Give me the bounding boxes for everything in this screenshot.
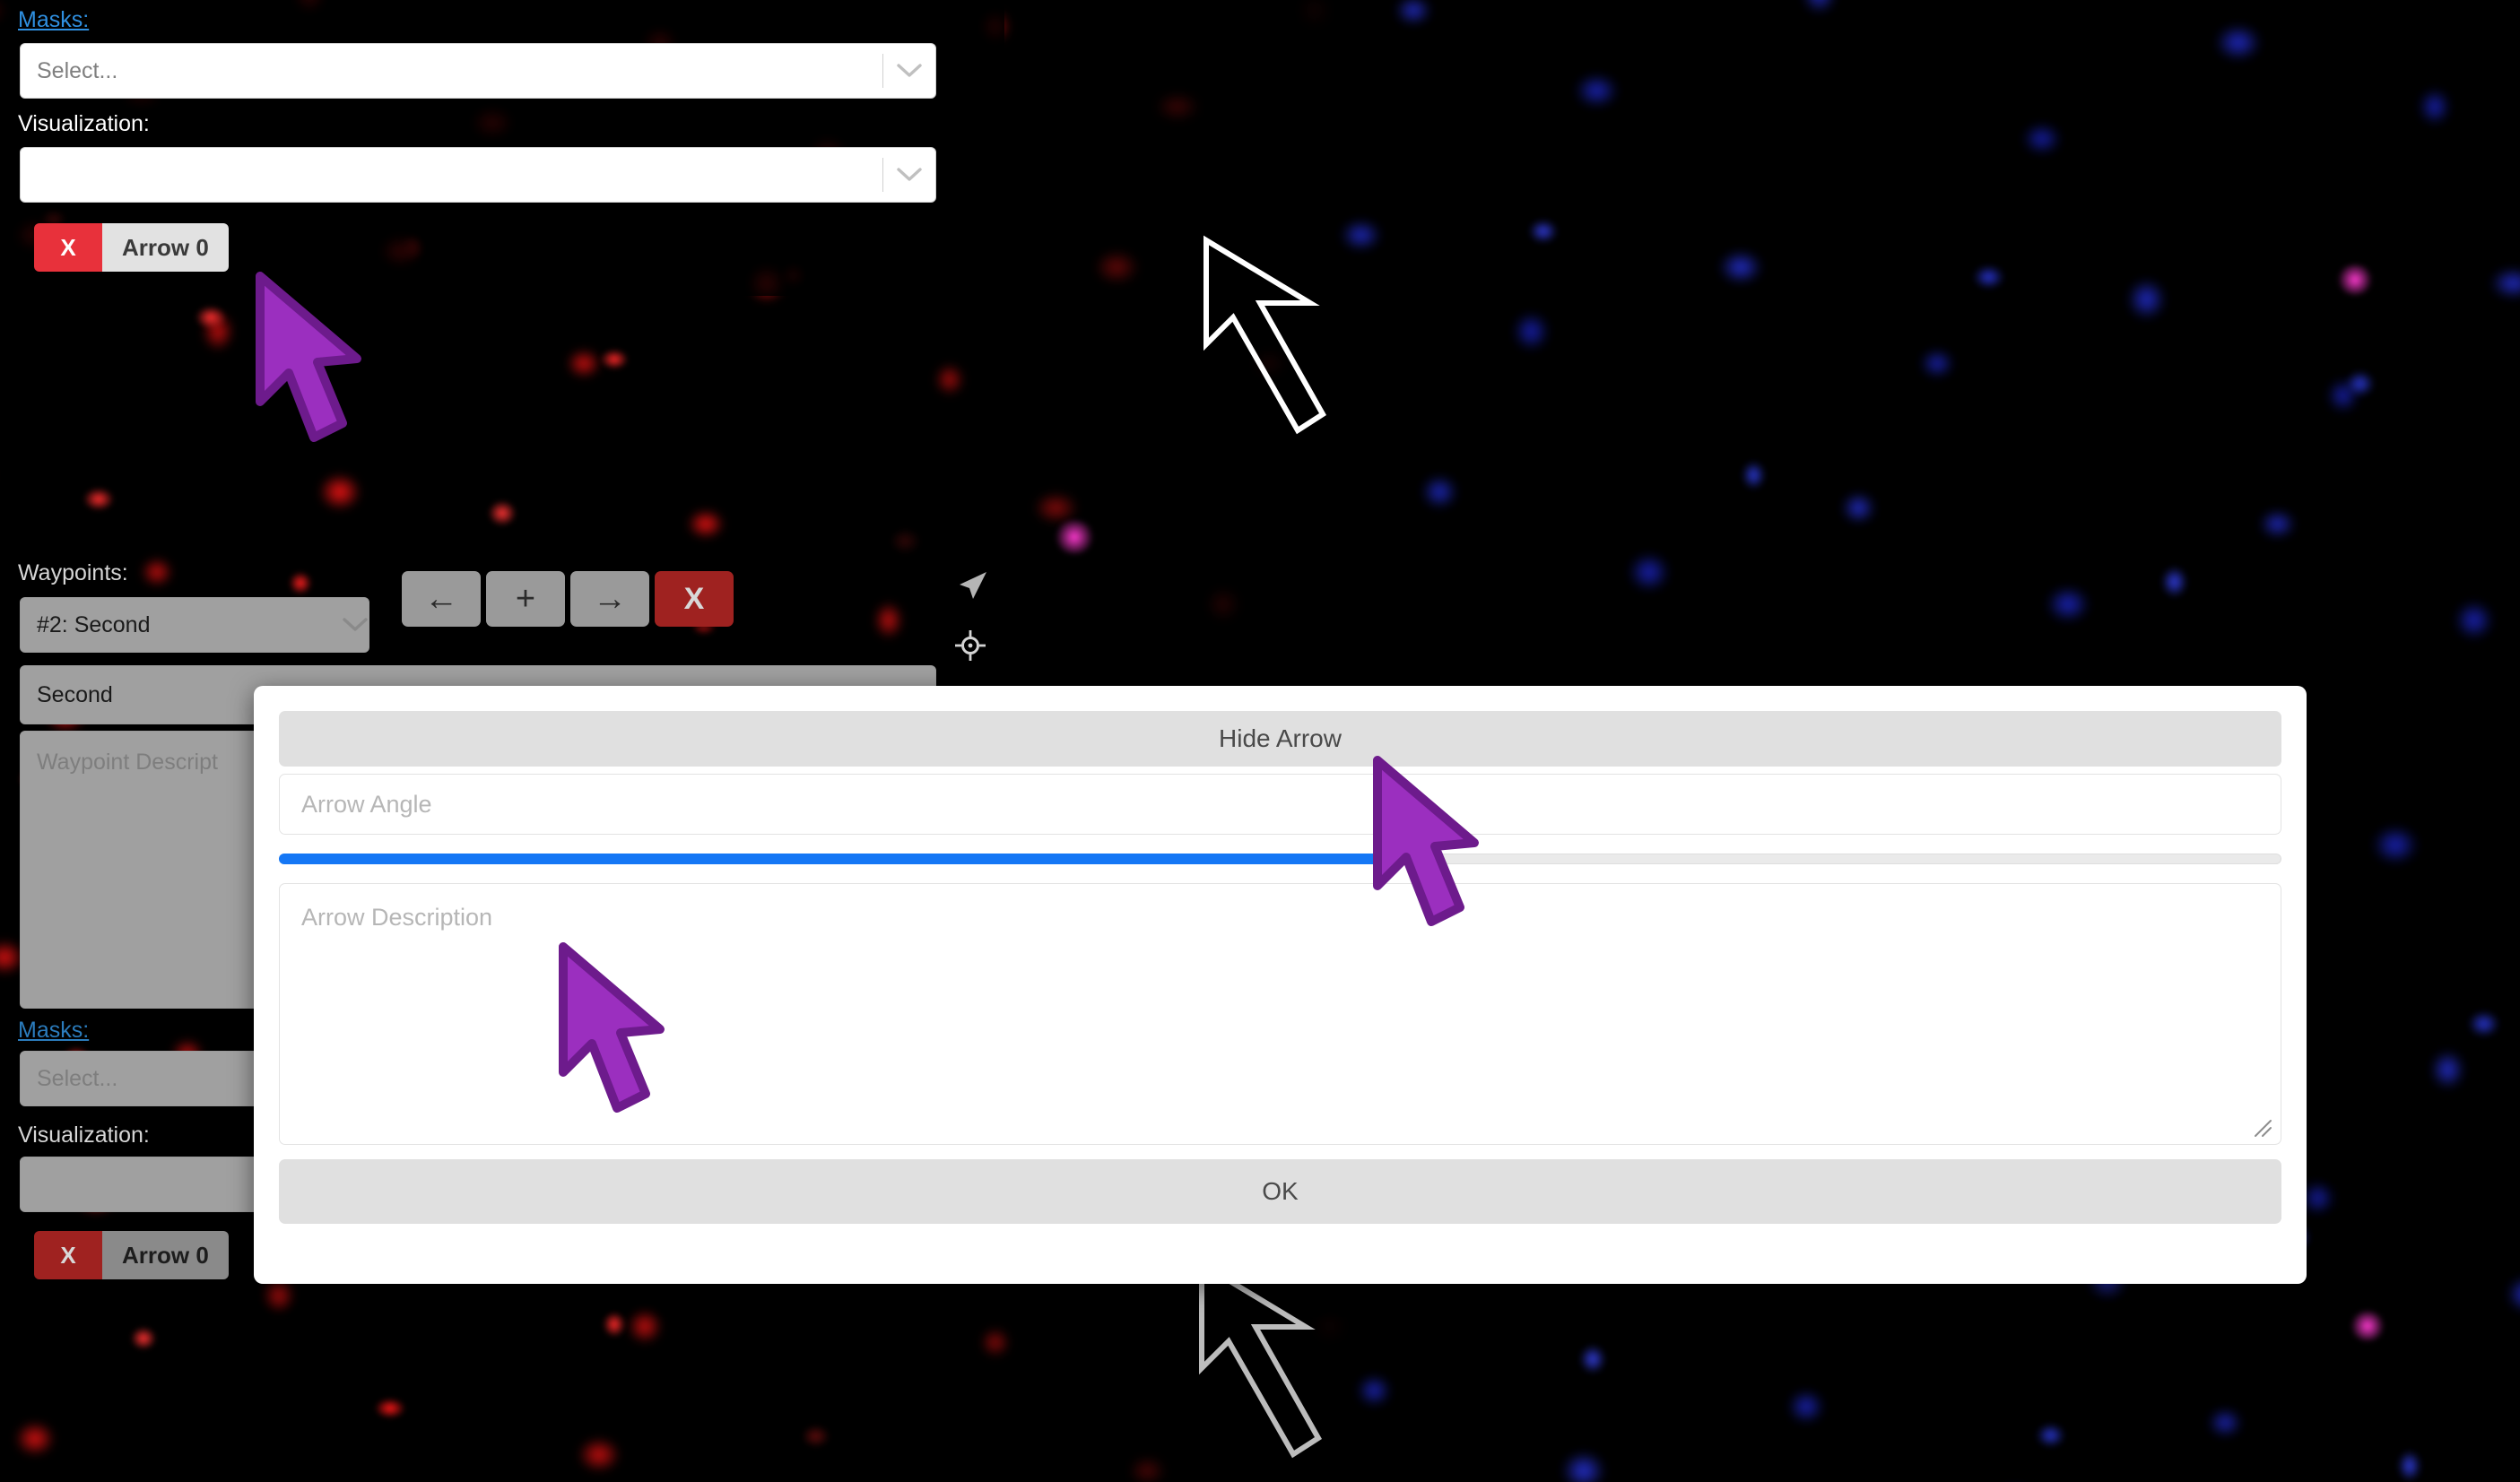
arrow-label-waypoint[interactable]: Arrow 0 <box>102 1231 229 1279</box>
app-root: Masks: Select... Visualization: X Arrow … <box>0 0 2520 1482</box>
magenta-spot-2 <box>2336 264 2374 295</box>
arrow-delete-button-top[interactable]: X <box>34 223 102 272</box>
arrow-chip-waypoint[interactable]: X Arrow 0 <box>34 1231 229 1279</box>
arrow-delete-button-waypoint[interactable]: X <box>34 1231 102 1279</box>
hide-arrow-button[interactable]: Hide Arrow <box>279 711 2281 767</box>
plus-icon: + <box>515 580 536 618</box>
masks-select-value-top: Select... <box>37 57 118 83</box>
arrow-chip-top[interactable]: X Arrow 0 <box>34 223 229 272</box>
waypoints-label: Waypoints: <box>18 560 128 585</box>
waypoint-select-value: #2: Second <box>37 611 151 637</box>
ok-button[interactable]: OK <box>279 1159 2281 1224</box>
visualization-label-top: Visualization: <box>18 111 150 136</box>
arrow-description-placeholder: Arrow Description <box>301 904 493 931</box>
magenta-spot-3 <box>2350 1311 2385 1341</box>
visualization-label-waypoint: Visualization: <box>18 1122 150 1148</box>
arrow-description-textarea[interactable]: Arrow Description <box>279 883 2281 1145</box>
chevron-down-icon[interactable] <box>342 617 369 633</box>
chevron-down-icon[interactable] <box>883 167 935 183</box>
visualization-select-top[interactable] <box>20 147 936 203</box>
waypoint-delete-button[interactable]: X <box>655 571 734 627</box>
waypoint-next-button[interactable]: → <box>570 571 649 627</box>
waypoint-select[interactable]: #2: Second <box>20 597 369 653</box>
arrow-angle-input[interactable]: Arrow Angle <box>279 774 2281 835</box>
resize-handle-icon[interactable] <box>2250 1115 2273 1139</box>
slider-thumb[interactable] <box>1372 845 1400 872</box>
arrow-right-icon: → <box>593 580 627 618</box>
masks-link-top[interactable]: Masks: <box>18 7 89 33</box>
magenta-spot-1 <box>1054 520 1095 554</box>
close-icon: X <box>683 582 705 616</box>
navigation-arrow-icon[interactable] <box>956 570 988 601</box>
arrow-editor-modal: Hide Arrow Arrow Angle Arrow Description… <box>254 686 2307 1284</box>
masks-select-top[interactable]: Select... <box>20 43 936 99</box>
arrow-angle-slider[interactable] <box>279 845 2281 872</box>
waypoint-prev-button[interactable]: ← <box>402 571 481 627</box>
slider-fill <box>279 854 1386 864</box>
chevron-down-icon[interactable] <box>883 63 935 79</box>
masks-link-waypoint[interactable]: Masks: <box>18 1018 89 1044</box>
crosshair-target-icon[interactable] <box>955 630 986 661</box>
arrow-label-top[interactable]: Arrow 0 <box>102 223 229 272</box>
arrow-left-icon: ← <box>424 580 458 618</box>
waypoint-add-button[interactable]: + <box>486 571 565 627</box>
